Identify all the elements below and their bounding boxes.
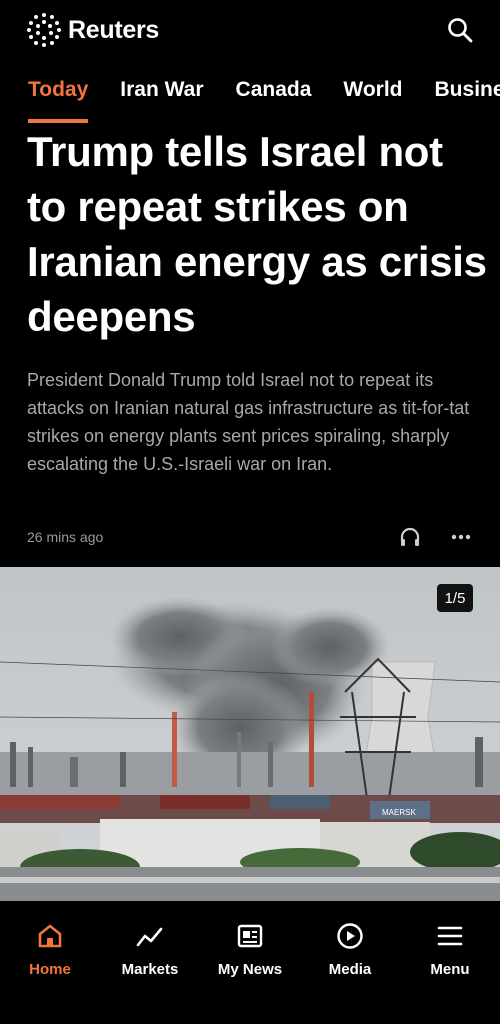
reuters-logo[interactable]: Reuters — [26, 12, 159, 48]
chart-trend-icon — [136, 927, 163, 947]
section-tabs: Today Iran War Canada World Busine — [0, 60, 500, 124]
tab-iran-war[interactable]: Iran War — [120, 60, 203, 124]
headphones-icon[interactable] — [399, 526, 421, 548]
tab-my-news[interactable]: My News — [200, 921, 300, 1024]
article-meta: 26 mins ago — [27, 522, 473, 552]
photo-counter-badge: 1/5 — [437, 584, 473, 612]
tab-canada[interactable]: Canada — [236, 60, 312, 124]
play-circle-icon — [337, 923, 363, 949]
tab-media[interactable]: Media — [300, 921, 400, 1024]
article-timestamp: 26 mins ago — [27, 529, 104, 545]
home-icon — [38, 924, 62, 948]
search-icon[interactable] — [446, 16, 474, 44]
bottom-tab-bar: Home Markets My News Media Menu — [0, 903, 500, 1024]
tab-menu-label: Menu — [430, 961, 470, 978]
industrial-smoke-photo: MAERSK — [0, 567, 500, 901]
tab-markets[interactable]: Markets — [100, 921, 200, 1024]
maersk-sign: MAERSK — [382, 808, 416, 817]
tab-today[interactable]: Today — [28, 60, 89, 124]
tab-home-label: Home — [29, 961, 71, 978]
tab-home[interactable]: Home — [0, 921, 100, 1024]
article-headline[interactable]: Trump tells Israel not to repeat strikes… — [27, 124, 487, 344]
brand-name: Reuters — [68, 15, 159, 44]
article-summary[interactable]: President Donald Trump told Israel not t… — [27, 366, 482, 478]
tab-markets-label: Markets — [121, 961, 179, 978]
news-icon — [237, 924, 263, 948]
more-options-icon[interactable] — [449, 526, 473, 548]
tab-world[interactable]: World — [343, 60, 402, 124]
tab-menu[interactable]: Menu — [400, 921, 500, 1024]
reuters-logo-icon — [26, 12, 62, 48]
article-photo[interactable]: MAERSK — [0, 567, 500, 901]
tab-my-news-label: My News — [217, 961, 283, 978]
hamburger-menu-icon — [437, 926, 463, 946]
tab-media-label: Media — [328, 961, 372, 978]
tab-business[interactable]: Busine — [435, 60, 500, 124]
app-header: Reuters — [0, 0, 500, 60]
